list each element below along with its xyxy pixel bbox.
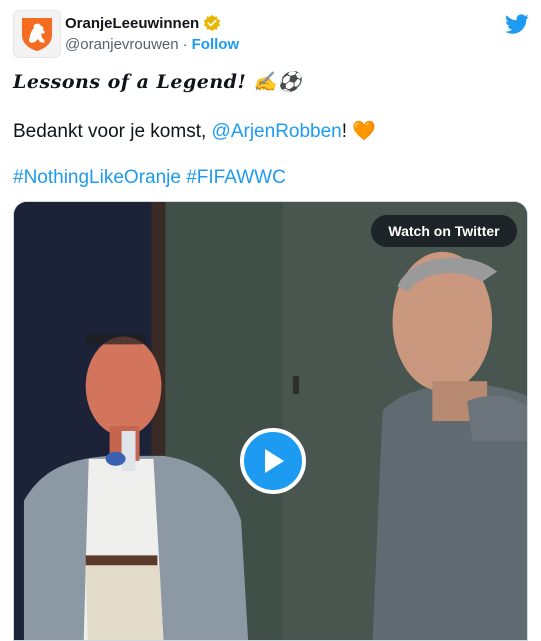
- video-thumbnail[interactable]: Watch on Twitter: [13, 201, 528, 641]
- tweet-title-suffix: !: [237, 71, 247, 93]
- thanks-text: Bedankt voor je komst,: [13, 121, 212, 142]
- play-button[interactable]: [240, 428, 306, 494]
- watch-on-twitter-button[interactable]: Watch on Twitter: [371, 215, 517, 247]
- orange-heart-emoji: 🧡: [352, 120, 376, 142]
- tweet-thanks-line: Bedankt voor je komst, @ArjenRobben! 🧡: [13, 119, 376, 143]
- display-name[interactable]: OranjeLeeuwinnen: [65, 15, 199, 32]
- play-icon: [265, 449, 284, 473]
- twitter-bird-icon[interactable]: [505, 12, 529, 36]
- writing-hand-soccer-ball-emoji: ✍️⚽: [253, 71, 302, 93]
- hashtag-link[interactable]: #NothingLikeOranje: [13, 167, 181, 188]
- avatar[interactable]: [13, 10, 61, 58]
- tweet-title-line: Lessons of a Legend! ✍️⚽: [13, 70, 302, 93]
- verified-badge-icon: [204, 14, 221, 32]
- hashtags-line: #NothingLikeOranje #FIFAWWC: [13, 167, 286, 189]
- separator: ·: [182, 36, 188, 53]
- tweet-header: OranjeLeeuwinnen @oranjevrouwen · Follow: [13, 10, 529, 58]
- handle[interactable]: @oranjevrouwen: [65, 36, 179, 53]
- tweet-title: Lessons of a Legend: [13, 71, 238, 93]
- follow-button[interactable]: Follow: [192, 36, 240, 53]
- video-scene-image: [14, 202, 527, 640]
- hashtag-link[interactable]: #FIFAWWC: [186, 167, 286, 188]
- knvb-lion-logo-icon: [22, 18, 52, 51]
- mention-link[interactable]: @ArjenRobben: [212, 121, 342, 142]
- thanks-suffix: !: [341, 121, 348, 142]
